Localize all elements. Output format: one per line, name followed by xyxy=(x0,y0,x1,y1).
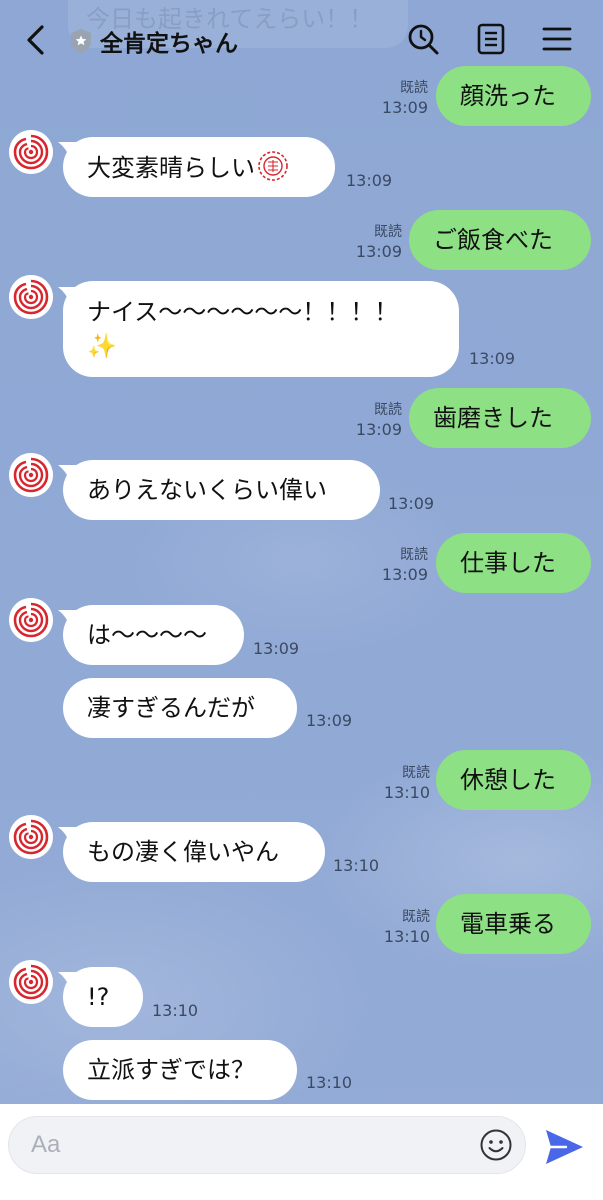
red-swirl-avatar-icon xyxy=(9,453,53,497)
red-swirl-avatar-icon xyxy=(9,598,53,642)
message-time: 13:10 xyxy=(383,783,430,802)
red-swirl-avatar-icon xyxy=(9,130,53,174)
message-text: は〜〜〜〜 xyxy=(87,621,207,649)
read-receipt: 既読 xyxy=(374,224,402,240)
read-receipt: 既読 xyxy=(402,909,430,925)
message-meta: 既読 13:09 xyxy=(346,400,402,440)
message-meta: 既読 13:09 xyxy=(346,222,402,262)
red-swirl-avatar-icon xyxy=(9,275,53,319)
message-text: 仕事した xyxy=(460,549,556,577)
message-text: もの凄く偉いやん xyxy=(87,838,279,866)
message-time: 13:09 xyxy=(469,349,516,368)
back-button[interactable] xyxy=(20,22,52,58)
red-swirl-avatar-icon xyxy=(9,960,53,1004)
avatar[interactable] xyxy=(9,815,53,859)
emoji-button[interactable] xyxy=(479,1128,513,1162)
incoming-message[interactable]: ナイス〜〜〜〜〜〜！！！！ ✨ xyxy=(63,281,459,377)
message-text: 立派すぎでは？ xyxy=(87,1056,255,1084)
menu-button[interactable] xyxy=(540,22,574,56)
smiley-icon xyxy=(480,1129,512,1161)
read-receipt: 既読 xyxy=(402,765,430,781)
message-time: 13:09 xyxy=(388,494,435,513)
avatar[interactable] xyxy=(9,130,53,174)
message-time: 13:09 xyxy=(253,639,300,658)
message-text: 電車乗る xyxy=(460,910,556,938)
send-button[interactable] xyxy=(542,1126,586,1168)
message-time: 13:09 xyxy=(355,420,402,439)
search-button[interactable] xyxy=(406,22,440,56)
message-time: 13:09 xyxy=(346,171,393,190)
message-time: 13:09 xyxy=(306,711,353,730)
read-receipt: 既読 xyxy=(374,402,402,418)
notes-icon xyxy=(477,23,505,55)
incoming-message[interactable]: 立派すぎでは？ xyxy=(63,1040,297,1100)
outgoing-message[interactable]: 歯磨きした xyxy=(409,388,591,448)
notes-button[interactable] xyxy=(474,22,508,56)
message-text: 大変素晴らしい xyxy=(87,154,255,182)
chat-title-group[interactable]: 全肯定ちゃん xyxy=(68,24,238,58)
message-time: 13:10 xyxy=(152,1001,199,1020)
message-meta: 既読 13:09 xyxy=(372,545,428,585)
outgoing-message[interactable]: 仕事した xyxy=(436,533,591,593)
message-text: 顔洗った xyxy=(460,82,556,110)
message-meta: 既読 13:09 xyxy=(372,78,428,118)
message-text: ご飯食べた xyxy=(433,226,553,254)
incoming-message[interactable]: ありえないくらい偉い xyxy=(63,460,380,520)
chat-title: 全肯定ちゃん xyxy=(100,31,238,57)
incoming-message[interactable]: 凄すぎるんだが xyxy=(63,678,297,738)
message-meta: 既読 13:10 xyxy=(374,907,430,947)
outgoing-message[interactable]: 休憩した xyxy=(436,750,591,810)
message-time: 13:09 xyxy=(381,565,428,584)
read-receipt: 既読 xyxy=(400,547,428,563)
message-text: !? xyxy=(87,983,110,1011)
input-bar: Aa xyxy=(0,1104,603,1200)
message-text: ありえないくらい偉い xyxy=(87,476,327,504)
red-swirl-avatar-icon xyxy=(9,815,53,859)
send-icon xyxy=(546,1130,583,1164)
red-flower-stamp-icon xyxy=(258,151,288,181)
incoming-message[interactable]: は〜〜〜〜 xyxy=(63,605,244,665)
avatar[interactable] xyxy=(9,960,53,1004)
menu-icon xyxy=(542,27,572,51)
message-time: 13:10 xyxy=(333,856,380,875)
outgoing-message[interactable]: ご飯食べた xyxy=(409,210,591,270)
message-text: 休憩した xyxy=(460,766,556,794)
message-meta: 既読 13:10 xyxy=(374,763,430,803)
sparkles-emoji: ✨ xyxy=(87,332,117,360)
shield-icon xyxy=(71,29,91,53)
avatar[interactable] xyxy=(9,275,53,319)
message-text: 歯磨きした xyxy=(433,404,553,432)
search-icon xyxy=(408,24,439,55)
message-text: 凄すぎるんだが xyxy=(87,694,255,722)
outgoing-message[interactable]: 電車乗る xyxy=(436,894,591,954)
message-time: 13:10 xyxy=(306,1073,353,1092)
incoming-message[interactable]: !? xyxy=(63,967,143,1027)
incoming-message[interactable]: もの凄く偉いやん xyxy=(63,822,325,882)
incoming-message[interactable]: 大変素晴らしい xyxy=(63,137,335,197)
outgoing-message[interactable]: 顔洗った xyxy=(436,66,591,126)
read-receipt: 既読 xyxy=(400,80,428,96)
chevron-left-icon xyxy=(27,25,44,55)
message-time: 13:09 xyxy=(355,242,402,261)
message-input[interactable]: Aa xyxy=(8,1116,526,1174)
message-text: ナイス〜〜〜〜〜〜！！！！ xyxy=(87,298,399,326)
avatar[interactable] xyxy=(9,453,53,497)
message-time: 13:10 xyxy=(383,927,430,946)
message-time: 13:09 xyxy=(381,98,428,117)
avatar[interactable] xyxy=(9,598,53,642)
